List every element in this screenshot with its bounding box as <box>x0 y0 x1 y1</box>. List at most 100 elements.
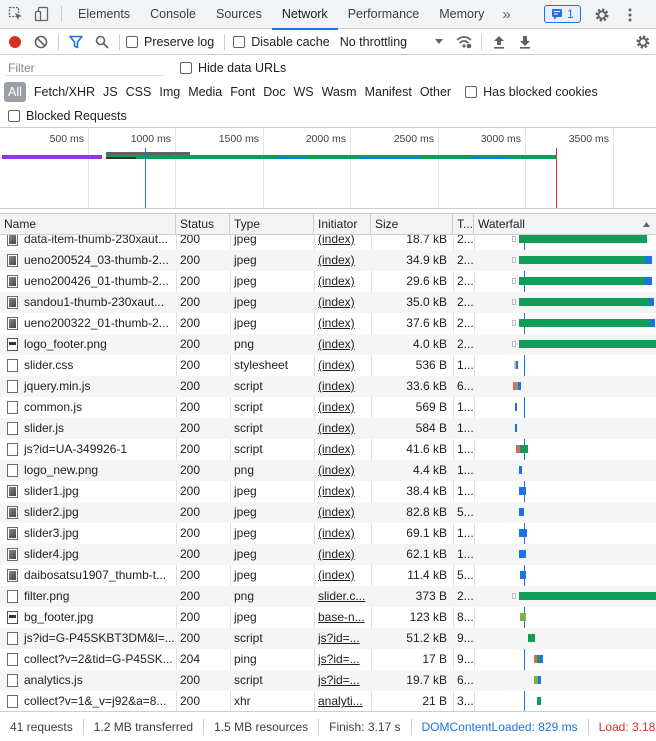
table-row[interactable]: collect?v=1&_v=j92&a=8... 200 xhr analyti..… <box>0 691 656 711</box>
network-overview-timeline[interactable]: 500 ms 1000 ms 1500 ms 2000 ms 2500 ms 3… <box>0 127 656 209</box>
tab-console[interactable]: Console <box>140 0 206 29</box>
type-filter-media[interactable]: Media <box>184 82 226 102</box>
row-name[interactable]: ueno200322_01-thumb-2... <box>20 313 176 334</box>
type-filter-manifest[interactable]: Manifest <box>361 82 416 102</box>
row-name[interactable]: common.js <box>20 397 176 418</box>
more-options-icon[interactable] <box>618 0 642 29</box>
type-filter-js[interactable]: JS <box>99 82 122 102</box>
row-name[interactable]: slider1.jpg <box>20 481 176 502</box>
table-row[interactable]: data-item-thumb-230xaut... 200 jpeg (index)… <box>0 235 656 250</box>
throttling-select[interactable]: No throttling <box>340 35 444 49</box>
row-initiator[interactable]: base-n... <box>314 607 371 628</box>
row-initiator[interactable]: (index) <box>314 502 371 523</box>
column-header-name[interactable]: Name <box>0 214 176 235</box>
column-header-time[interactable]: T... <box>453 214 474 235</box>
network-settings-gear-icon[interactable] <box>630 29 656 55</box>
row-name[interactable]: jquery.min.js <box>20 376 176 397</box>
type-filter-css[interactable]: CSS <box>122 82 156 102</box>
row-name[interactable]: slider4.jpg <box>20 544 176 565</box>
row-name[interactable]: ueno200524_03-thumb-2... <box>20 250 176 271</box>
row-name[interactable]: collect?v=1&_v=j92&a=8... <box>20 691 176 711</box>
disable-cache-checkbox[interactable]: Disable cache <box>233 35 330 49</box>
row-name[interactable]: slider.js <box>20 418 176 439</box>
checkbox-box[interactable] <box>233 35 246 48</box>
row-initiator[interactable]: js?id=... <box>314 670 371 691</box>
issues-badge[interactable]: 1 <box>544 5 581 23</box>
row-name[interactable]: js?id=G-P45SKBT3DM&l=... <box>20 628 176 649</box>
requests-table-body[interactable]: data-item-thumb-230xaut... 200 jpeg (index)… <box>0 235 656 711</box>
row-name[interactable]: slider3.jpg <box>20 523 176 544</box>
more-tabs-button[interactable]: » <box>494 0 518 29</box>
row-name[interactable]: slider2.jpg <box>20 502 176 523</box>
row-initiator[interactable]: (index) <box>314 271 371 292</box>
row-initiator[interactable]: (index) <box>314 250 371 271</box>
preserve-log-checkbox[interactable]: Preserve log <box>126 35 214 49</box>
row-initiator[interactable]: js?id=... <box>314 649 371 670</box>
table-row[interactable]: slider4.jpg 200 jpeg (index) 62.1 kB 1... <box>0 544 656 565</box>
table-row[interactable]: js?id=G-P45SKBT3DM&l=... 200 script js?id=.… <box>0 628 656 649</box>
record-button[interactable] <box>2 29 28 55</box>
row-name[interactable]: ueno200426_01-thumb-2... <box>20 271 176 292</box>
checkbox-box[interactable] <box>8 110 20 122</box>
row-name[interactable]: js?id=UA-349926-1 <box>20 439 176 460</box>
table-row[interactable]: slider1.jpg 200 jpeg (index) 38.4 kB 1... <box>0 481 656 502</box>
filter-input[interactable] <box>4 59 166 77</box>
row-name[interactable]: filter.png <box>20 586 176 607</box>
row-initiator[interactable]: (index) <box>314 523 371 544</box>
row-initiator[interactable]: (index) <box>314 565 371 586</box>
row-name[interactable]: bg_footer.jpg <box>20 607 176 628</box>
type-filter-all[interactable]: All <box>4 82 26 102</box>
type-filter-fetch-xhr[interactable]: Fetch/XHR <box>30 82 99 102</box>
network-conditions-button[interactable] <box>451 29 477 55</box>
table-row[interactable]: daibosatsu1907_thumb-t... 200 jpeg (index) 1… <box>0 565 656 586</box>
type-filter-doc[interactable]: Doc <box>259 82 289 102</box>
row-initiator[interactable]: (index) <box>314 235 371 250</box>
row-name[interactable]: sandou1-thumb-230xaut... <box>20 292 176 313</box>
row-initiator[interactable]: (index) <box>314 292 371 313</box>
type-filter-font[interactable]: Font <box>226 82 259 102</box>
settings-gear-icon[interactable] <box>590 0 614 29</box>
row-name[interactable]: analytics.js <box>20 670 176 691</box>
row-initiator[interactable]: (index) <box>314 355 371 376</box>
column-header-size[interactable]: Size <box>371 214 453 235</box>
table-row[interactable]: slider2.jpg 200 jpeg (index) 82.8 kB 5... <box>0 502 656 523</box>
tab-memory[interactable]: Memory <box>429 0 494 29</box>
table-row[interactable]: logo_new.png 200 png (index) 4.4 kB 1... <box>0 460 656 481</box>
table-row[interactable]: slider.css 200 stylesheet (index) 536 B 1... <box>0 355 656 376</box>
table-row[interactable]: slider.js 200 script (index) 584 B 1... <box>0 418 656 439</box>
row-name[interactable]: slider.css <box>20 355 176 376</box>
row-initiator[interactable]: (index) <box>314 313 371 334</box>
table-row[interactable]: ueno200524_03-thumb-2... 200 jpeg (index) 34… <box>0 250 656 271</box>
blocked-requests-checkbox[interactable]: Blocked Requests <box>8 106 127 126</box>
has-blocked-cookies-checkbox[interactable]: Has blocked cookies <box>465 85 598 99</box>
row-initiator[interactable]: (index) <box>314 460 371 481</box>
row-name[interactable]: data-item-thumb-230xaut... <box>20 235 176 250</box>
row-initiator[interactable]: slider.c... <box>314 586 371 607</box>
row-initiator[interactable]: (index) <box>314 439 371 460</box>
column-header-initiator[interactable]: Initiator <box>314 214 371 235</box>
tab-elements[interactable]: Elements <box>68 0 140 29</box>
inspect-element-icon[interactable] <box>3 0 29 29</box>
table-row[interactable]: js?id=UA-349926-1 200 script (index) 41.6 kB… <box>0 439 656 460</box>
table-row[interactable]: collect?v=2&tid=G-P45SK... 204 ping js?id=.… <box>0 649 656 670</box>
row-initiator[interactable]: (index) <box>314 418 371 439</box>
tab-sources[interactable]: Sources <box>206 0 272 29</box>
row-initiator[interactable]: (index) <box>314 334 371 355</box>
row-initiator[interactable]: (index) <box>314 397 371 418</box>
export-har-button[interactable] <box>512 29 538 55</box>
checkbox-box[interactable] <box>465 86 478 98</box>
row-initiator[interactable]: js?id=... <box>314 628 371 649</box>
row-initiator[interactable]: (index) <box>314 481 371 502</box>
column-header-type[interactable]: Type <box>230 214 314 235</box>
filter-toggle-button[interactable] <box>63 29 89 55</box>
row-name[interactable]: logo_footer.png <box>20 334 176 355</box>
import-har-button[interactable] <box>486 29 512 55</box>
row-name[interactable]: logo_new.png <box>20 460 176 481</box>
search-button[interactable] <box>89 29 115 55</box>
type-filter-img[interactable]: Img <box>155 82 184 102</box>
column-header-waterfall[interactable]: Waterfall <box>474 214 656 235</box>
row-initiator[interactable]: (index) <box>314 376 371 397</box>
row-initiator[interactable]: (index) <box>314 544 371 565</box>
table-row[interactable]: logo_footer.png 200 png (index) 4.0 kB 2... <box>0 334 656 355</box>
checkbox-box[interactable] <box>126 35 138 48</box>
